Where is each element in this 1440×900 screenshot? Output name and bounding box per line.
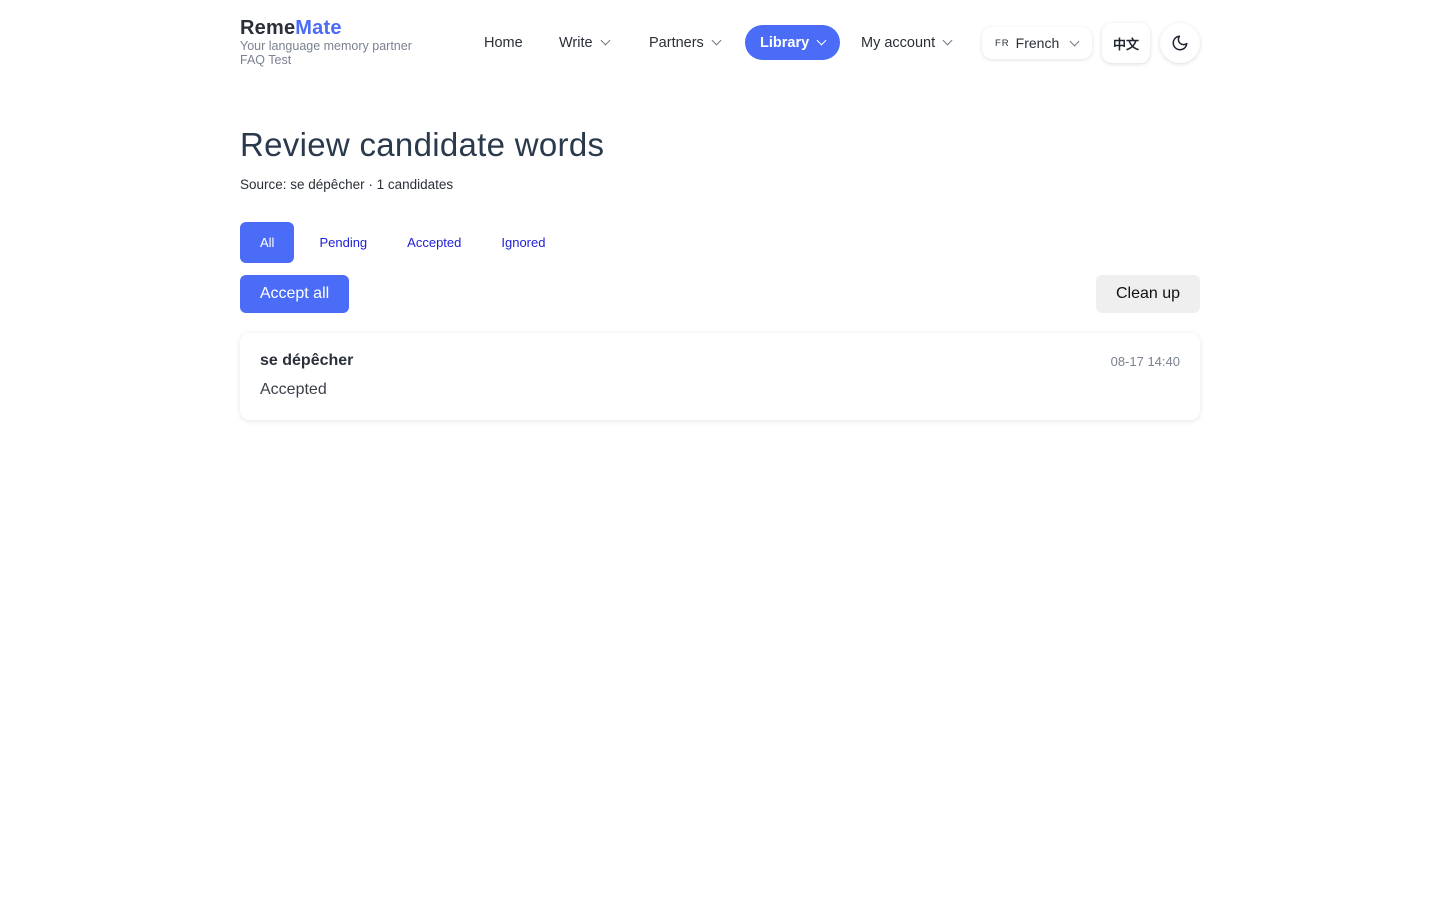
page-subtitle: Source: se dépêcher · 1 candidates [240,177,454,192]
clean-up-button[interactable]: Clean up [1096,275,1200,313]
candidate-word: se dépêcher [260,352,354,369]
accept-all-button[interactable]: Accept all [240,275,349,313]
language-code: FR [995,37,1010,49]
page-title: Review candidate words [240,126,605,163]
candidate-timestamp: 08-17 14:40 [1110,354,1180,369]
header-controls: FR French 中文 [240,0,1200,86]
candidate-status: Accepted [260,381,327,398]
candidate-card[interactable]: se dépêcher Accepted 08-17 14:40 [240,333,1200,420]
filter-tab-pending[interactable]: Pending [294,222,387,263]
learning-language-select[interactable]: FR French [982,27,1092,59]
theme-toggle-button[interactable] [1160,23,1200,63]
moon-icon [1172,35,1188,51]
filter-tab-all[interactable]: All [240,222,295,263]
status-filter-tabs: All Pending Accepted Ignored [240,222,565,263]
ui-language-button[interactable]: 中文 [1102,23,1150,63]
chevron-down-icon [1069,36,1080,46]
filter-tab-accepted[interactable]: Accepted [387,222,481,263]
filter-tab-ignored[interactable]: Ignored [481,222,565,263]
ui-language-label: 中文 [1112,36,1139,52]
language-name: French [1015,35,1060,51]
